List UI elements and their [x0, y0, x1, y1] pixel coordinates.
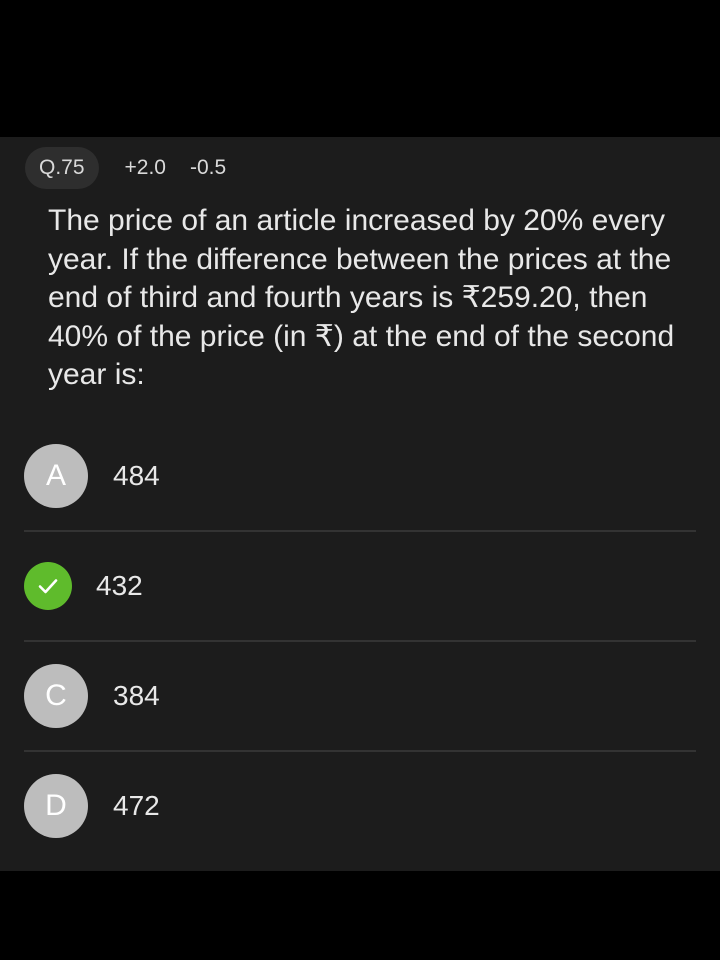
option-d[interactable]: D 472 — [24, 774, 696, 838]
option-b[interactable]: 432 — [24, 554, 696, 618]
option-d-letter-circle: D — [24, 774, 88, 838]
top-black-bar — [0, 0, 720, 137]
question-number-badge: Q.75 — [25, 147, 99, 189]
option-divider — [24, 640, 696, 642]
question-text: The price of an article increased by 20%… — [48, 204, 675, 391]
checkmark-icon — [24, 562, 72, 610]
bottom-black-bar — [0, 871, 720, 960]
positive-marks: +2.0 — [124, 156, 166, 179]
option-d-value: 472 — [113, 790, 160, 821]
option-c-value: 384 — [113, 680, 160, 711]
option-a-value: 484 — [113, 460, 160, 491]
option-c[interactable]: C 384 — [24, 664, 696, 728]
option-b-value: 432 — [96, 570, 143, 601]
option-c-letter-circle: C — [24, 664, 88, 728]
negative-marks: -0.5 — [190, 156, 227, 179]
option-divider — [24, 530, 696, 532]
option-divider — [24, 750, 696, 752]
question-meta: Q.75 +2.0 -0.5 — [25, 147, 226, 189]
option-a-letter-circle: A — [24, 444, 88, 508]
option-a[interactable]: A 484 — [24, 444, 696, 508]
